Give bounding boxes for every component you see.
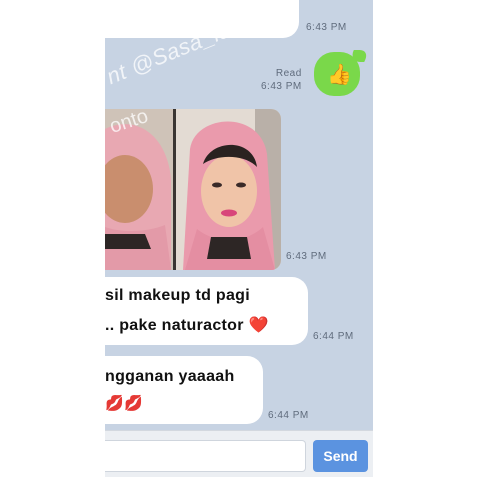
composer-bar: Send: [105, 430, 373, 477]
send-button[interactable]: Send: [313, 440, 368, 472]
message-timestamp: 6:44 PM: [313, 331, 354, 342]
message-timestamp: 6:43 PM: [306, 22, 347, 33]
photo-message[interactable]: onto: [105, 109, 281, 270]
message-bubble-incoming[interactable]: sil makeup td pagi .. pake naturactor ❤️: [105, 277, 308, 345]
message-timestamp: 6:43 PM: [261, 81, 302, 92]
message-text-line: ngganan yaaaah: [105, 368, 235, 385]
thumbs-up-emoji: 👍: [327, 64, 352, 86]
message-timestamp: 6:43 PM: [286, 251, 327, 262]
message-bubble-outgoing[interactable]: 👍: [314, 52, 360, 96]
message-input[interactable]: [105, 440, 306, 472]
read-status: Read: [275, 68, 302, 79]
message-timestamp: 6:44 PM: [268, 410, 309, 421]
read-receipt: Read 6:43 PM: [261, 67, 302, 93]
message-bubble-incoming[interactable]: ngganan yaaaah 💋💋: [105, 356, 263, 424]
kiss-emojis: 💋💋: [105, 395, 143, 412]
message-text-line: sil makeup td pagi: [105, 287, 250, 304]
message-text-line: .. pake naturactor ❤️: [105, 317, 269, 334]
